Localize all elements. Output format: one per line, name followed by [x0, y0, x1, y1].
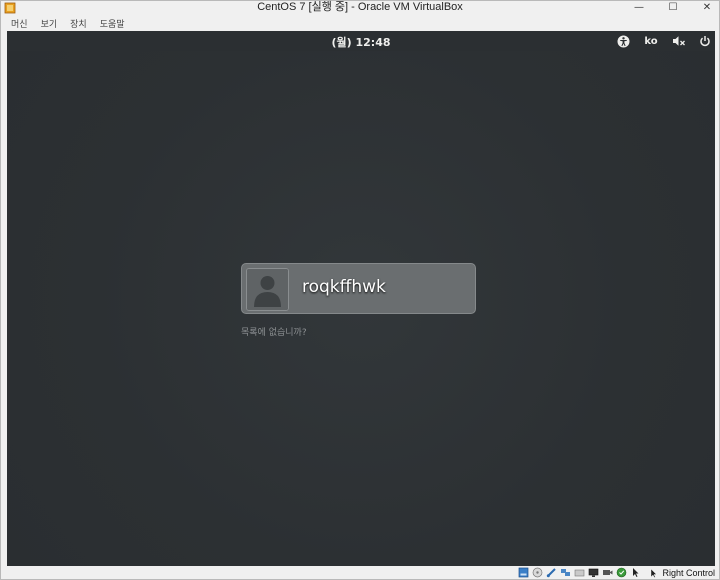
host-key-indicator[interactable]: Right Control	[649, 566, 715, 579]
virtualbox-window: CentOS 7 [실행 중] - Oracle VM VirtualBox —…	[0, 0, 720, 580]
window-controls: — ☐ ✕	[631, 1, 715, 15]
menu-view[interactable]: 보기	[41, 17, 58, 30]
status-icons	[518, 567, 641, 578]
host-key-label: Right Control	[662, 567, 715, 578]
clock[interactable]: (월) 12:48	[7, 34, 715, 50]
usb-icon[interactable]	[546, 567, 557, 578]
close-button[interactable]: ✕	[699, 2, 715, 14]
power-icon[interactable]	[697, 34, 713, 48]
user-avatar-icon	[247, 269, 288, 310]
optical-drive-icon[interactable]	[532, 567, 543, 578]
hard-disk-icon[interactable]	[518, 567, 529, 578]
shared-folders-icon[interactable]	[574, 567, 585, 578]
host-key-icon	[651, 568, 658, 578]
user-list-item[interactable]: roqkffhwk	[241, 263, 476, 314]
language-indicator[interactable]: ko	[641, 34, 661, 48]
not-listed-link[interactable]: 목록에 없습니까?	[241, 325, 307, 338]
avatar	[246, 268, 289, 311]
menu-machine[interactable]: 머신	[11, 17, 28, 30]
gnome-top-bar: (월) 12:48 ko	[7, 31, 715, 51]
window-title: CentOS 7 [실행 중] - Oracle VM VirtualBox	[257, 1, 463, 13]
vm-display[interactable]: (월) 12:48 ko roqkffhwk 목록에 없습니까?	[7, 31, 715, 566]
menu-help[interactable]: 도움말	[100, 17, 125, 30]
title-bar[interactable]: CentOS 7 [실행 중] - Oracle VM VirtualBox —…	[1, 1, 719, 15]
username-label: roqkffhwk	[302, 277, 386, 297]
cpu-icon[interactable]	[616, 567, 627, 578]
network-icon[interactable]	[560, 567, 571, 578]
video-capture-icon[interactable]	[602, 567, 613, 578]
menu-devices[interactable]: 장치	[70, 17, 87, 30]
display-icon[interactable]	[588, 567, 599, 578]
accessibility-icon[interactable]	[615, 34, 631, 48]
minimize-button[interactable]: —	[631, 2, 647, 14]
mouse-integration-icon[interactable]	[630, 567, 641, 578]
status-bar: Right Control	[1, 566, 719, 579]
menu-bar: 머신 보기 장치 도움말	[1, 15, 719, 31]
maximize-button[interactable]: ☐	[665, 2, 681, 14]
volume-muted-icon[interactable]	[671, 34, 687, 48]
